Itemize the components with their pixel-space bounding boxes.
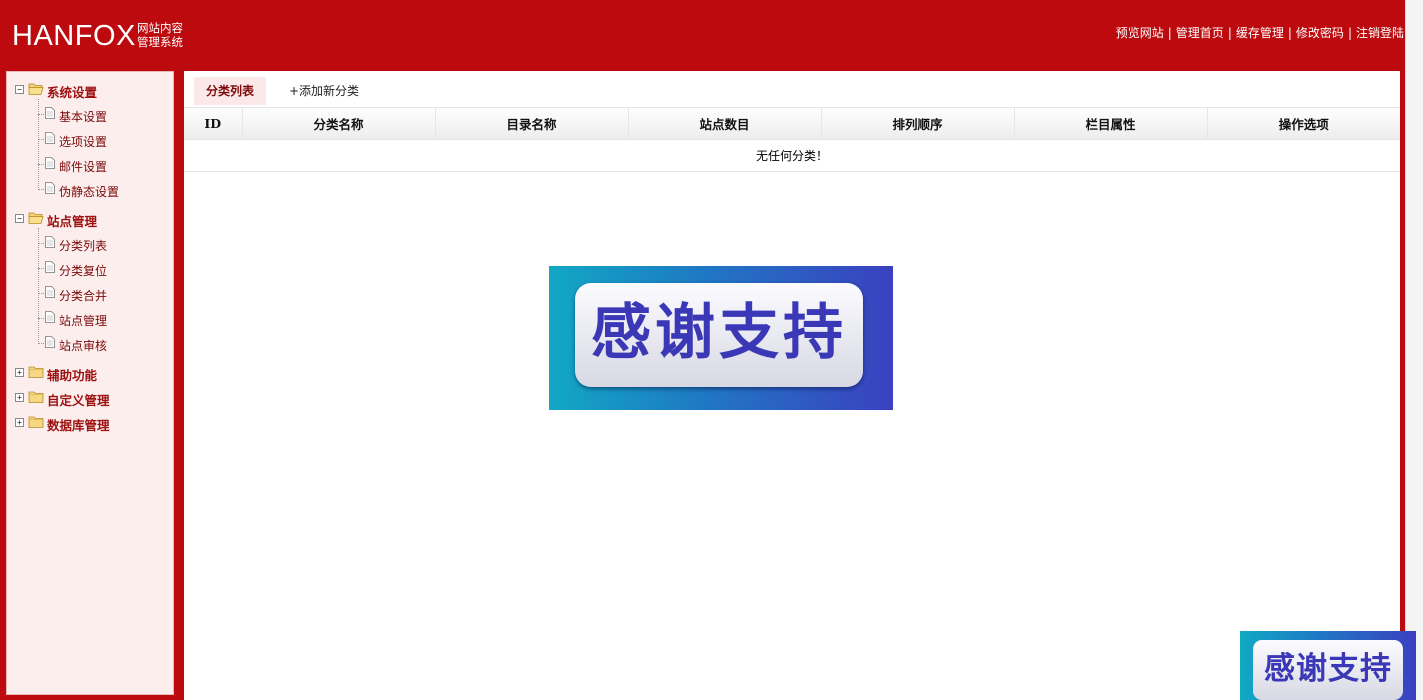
sidebar-item-label: 基本设置 bbox=[59, 110, 108, 124]
column-header-site-count: 站点数目 bbox=[628, 108, 822, 140]
document-icon bbox=[45, 107, 55, 119]
nav-separator: | bbox=[1227, 26, 1232, 40]
sidebar-item-label: 分类复位 bbox=[59, 264, 108, 278]
empty-table-message: 无任何分类！ bbox=[184, 139, 1400, 172]
sidebar-item-label: 站点管理 bbox=[59, 314, 108, 328]
sidebar-group-label: 站点管理 bbox=[47, 214, 98, 229]
document-icon bbox=[45, 336, 55, 348]
banner-pill: 感谢支持 bbox=[1253, 640, 1403, 700]
expand-icon[interactable]: + bbox=[15, 393, 24, 402]
tree-group-toggle[interactable]: − 站点管理 bbox=[7, 210, 167, 230]
banner-pill: 感谢支持 bbox=[575, 283, 863, 387]
sidebar-item-label: 站点审核 bbox=[59, 339, 108, 353]
tree-group-toggle[interactable]: + 数据库管理 bbox=[7, 414, 167, 434]
tree-connector bbox=[38, 99, 39, 190]
document-icon bbox=[45, 311, 55, 323]
folder-open-icon bbox=[28, 83, 44, 95]
column-header-column-attributes: 栏目属性 bbox=[1014, 108, 1208, 140]
window-scrollbar[interactable] bbox=[1405, 0, 1423, 700]
nav-separator: | bbox=[1347, 26, 1352, 40]
tab-add-category[interactable]: +添加新分类 bbox=[277, 77, 371, 105]
logo-subtitle-line1: 网站内容 bbox=[137, 21, 183, 35]
tree-group-toggle[interactable]: + 辅助功能 bbox=[7, 364, 167, 384]
tree-connector bbox=[38, 139, 44, 140]
tree-connector bbox=[38, 318, 44, 319]
tab-category-list[interactable]: 分类列表 bbox=[194, 77, 267, 105]
expand-icon[interactable]: + bbox=[15, 418, 24, 427]
tree-group-toggle[interactable]: + 自定义管理 bbox=[7, 389, 167, 409]
nav-preview-site[interactable]: 预览网站 bbox=[1116, 26, 1164, 40]
table-header-row: ID 分类名称 目录名称 站点数目 排列顺序 栏目属性 操作选项 bbox=[184, 108, 1400, 140]
folder-closed-icon bbox=[28, 366, 44, 378]
sidebar-group-label: 系统设置 bbox=[47, 85, 98, 100]
document-icon bbox=[45, 182, 55, 194]
folder-closed-icon bbox=[28, 391, 44, 403]
expand-icon[interactable]: + bbox=[15, 368, 24, 377]
nav-admin-home[interactable]: 管理首页 bbox=[1176, 26, 1224, 40]
tree-connector bbox=[38, 343, 44, 344]
document-icon bbox=[45, 132, 55, 144]
sidebar-group-label: 自定义管理 bbox=[47, 393, 110, 408]
tree-group-toggle[interactable]: − 系统设置 bbox=[7, 81, 167, 101]
table-row: 无任何分类！ bbox=[184, 139, 1400, 172]
column-header-id: ID bbox=[184, 108, 243, 140]
tree-connector bbox=[38, 243, 44, 244]
document-icon bbox=[45, 157, 55, 169]
nav-cache-management[interactable]: 缓存管理 bbox=[1236, 26, 1284, 40]
column-header-category-name: 分类名称 bbox=[242, 108, 436, 140]
logo-subtitle-line2: 管理系统 bbox=[137, 35, 183, 49]
tree-connector bbox=[38, 114, 44, 115]
top-navigation: 预览网站 | 管理首页 | 缓存管理 | 修改密码 | 注销登陆 bbox=[1116, 25, 1404, 41]
logo-subtitle: 网站内容 管理系统 bbox=[137, 21, 197, 49]
column-header-sort-order: 排列顺序 bbox=[821, 108, 1015, 140]
tree-connector bbox=[38, 293, 44, 294]
nav-logout[interactable]: 注销登陆 bbox=[1356, 26, 1404, 40]
tree-connector bbox=[38, 228, 39, 344]
collapse-icon[interactable]: − bbox=[15, 85, 24, 94]
sidebar-group-label: 辅助功能 bbox=[47, 368, 98, 383]
nav-change-password[interactable]: 修改密码 bbox=[1296, 26, 1344, 40]
tab-bar: 分类列表 +添加新分类 bbox=[184, 71, 1400, 108]
banner-text: 感谢支持 bbox=[591, 298, 847, 368]
nav-separator: | bbox=[1167, 26, 1172, 40]
banner-text: 感谢支持 bbox=[1264, 651, 1392, 687]
document-icon bbox=[45, 261, 55, 273]
document-icon bbox=[45, 286, 55, 298]
corner-thank-you-banner[interactable]: 感谢支持 bbox=[1240, 631, 1416, 700]
nav-separator: | bbox=[1287, 26, 1292, 40]
column-header-actions: 操作选项 bbox=[1207, 108, 1400, 140]
tree-connector bbox=[38, 189, 44, 190]
tree-connector bbox=[38, 268, 44, 269]
collapse-icon[interactable]: − bbox=[15, 214, 24, 223]
sidebar-item-label: 伪静态设置 bbox=[59, 185, 120, 199]
sidebar-group-label: 数据库管理 bbox=[47, 418, 110, 433]
sidebar-item-label: 邮件设置 bbox=[59, 160, 108, 174]
thank-you-banner[interactable]: 感谢支持 bbox=[549, 266, 893, 410]
column-header-directory-name: 目录名称 bbox=[435, 108, 629, 140]
folder-closed-icon bbox=[28, 416, 44, 428]
category-table: ID 分类名称 目录名称 站点数目 排列顺序 栏目属性 操作选项 无任何分类！ bbox=[184, 108, 1400, 172]
document-icon bbox=[45, 236, 55, 248]
sidebar-menu: − 系统设置 基本设置 选项设置 邮件设置 伪静态设置 − 站点管理 分类列表 … bbox=[6, 71, 174, 695]
tree-connector bbox=[38, 164, 44, 165]
logo-text: HANFOX bbox=[12, 20, 136, 52]
sidebar-item-label: 分类列表 bbox=[59, 239, 108, 253]
sidebar-item-label: 选项设置 bbox=[59, 135, 108, 149]
folder-open-icon bbox=[28, 212, 44, 224]
sidebar-item-label: 分类合并 bbox=[59, 289, 108, 303]
